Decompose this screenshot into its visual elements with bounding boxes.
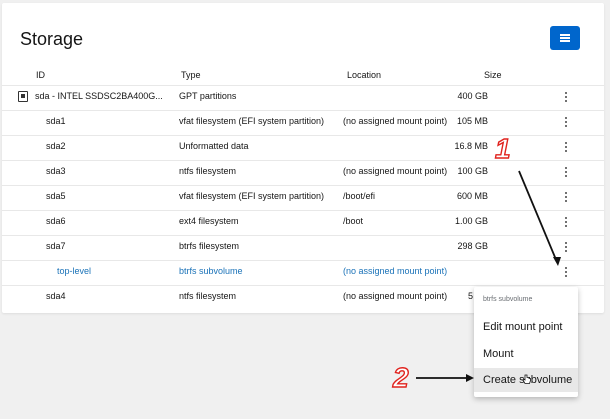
arrowhead-icon xyxy=(466,374,474,382)
arrowhead-icon xyxy=(553,257,561,266)
annotation-number-2: 2 xyxy=(392,361,409,393)
annotation-number-1: 1 xyxy=(494,132,511,164)
annotation-arrows xyxy=(416,170,561,382)
hand-cursor-icon xyxy=(522,374,531,384)
annotation-arrow-1 xyxy=(518,170,558,263)
